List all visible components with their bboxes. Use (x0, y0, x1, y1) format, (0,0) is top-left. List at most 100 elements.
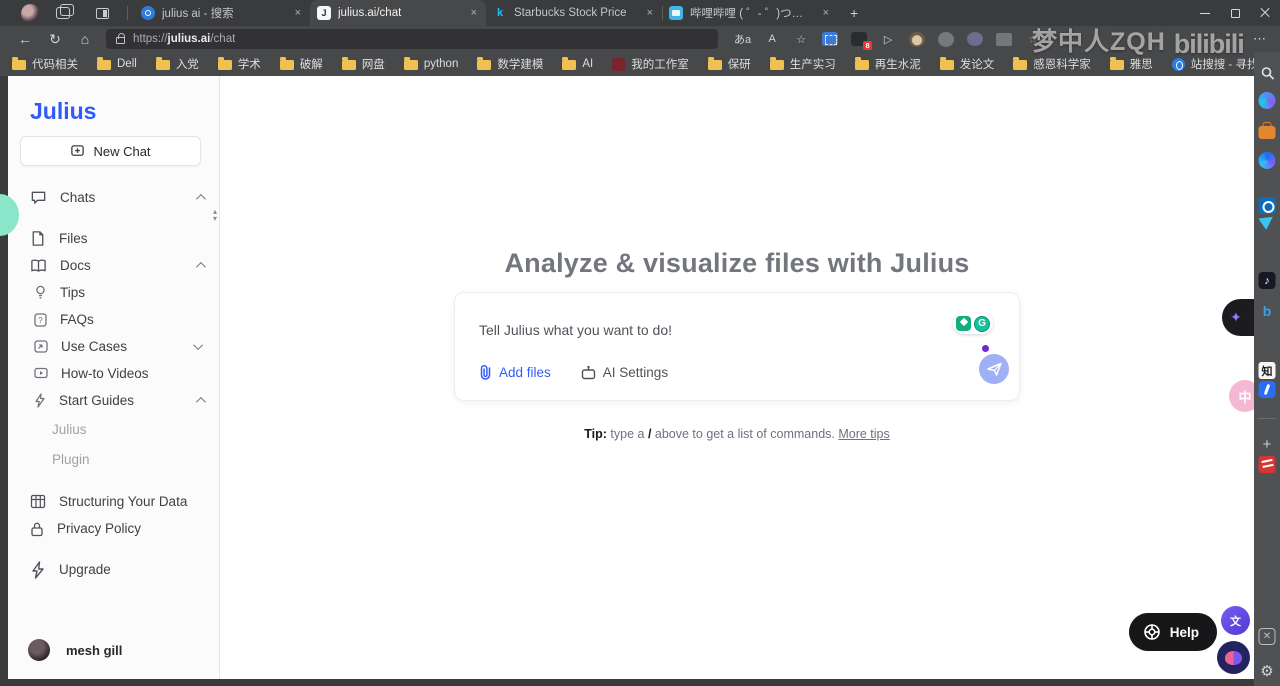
capture-icon[interactable] (822, 32, 838, 46)
translate-icon[interactable]: あa (734, 31, 751, 47)
sidebar-item-docs[interactable]: Docs (8, 252, 219, 279)
favorites-bar-icon[interactable]: ☆ (1025, 32, 1041, 46)
extensions-puzzle-icon[interactable] (996, 33, 1012, 46)
copilot-icon[interactable] (1259, 92, 1276, 109)
extension-icon[interactable] (938, 32, 954, 47)
drop-paper-plane-icon[interactable] (1259, 212, 1276, 229)
sidebar-item-privacy-policy[interactable]: Privacy Policy (8, 515, 219, 542)
sidebar-resize-handle[interactable]: ▴ ▾ (213, 208, 217, 222)
bookmark-label: 数学建模 (497, 56, 543, 72)
chat-bubble-icon (30, 189, 47, 206)
spacer (8, 474, 219, 488)
close-window-button[interactable] (1250, 0, 1280, 26)
new-tab-button[interactable]: + (850, 5, 858, 21)
tab-bilibili[interactable]: 哔哩哔哩 ( ゜- ゜)つロ 干杯~-bili × (662, 0, 838, 26)
browser-profile-avatar[interactable] (21, 4, 40, 23)
close-icon[interactable]: × (293, 7, 303, 19)
blue-app-icon[interactable] (1259, 381, 1276, 398)
sidebar-item-chats[interactable]: Chats (8, 184, 219, 211)
add-files-button[interactable]: Add files (479, 364, 551, 380)
close-icon[interactable]: × (469, 7, 479, 19)
bookmark-item[interactable]: 感恩科学家 (1013, 56, 1091, 72)
close-icon[interactable]: × (821, 7, 831, 19)
profile-name: mesh gill (66, 643, 122, 658)
bookmark-item[interactable]: python (404, 58, 459, 70)
sidebar-item-tips[interactable]: Tips (8, 279, 219, 306)
bookmark-item[interactable]: Dell (97, 58, 137, 70)
tab-julius-search[interactable]: julius ai - 搜索 × (134, 0, 310, 26)
favorite-star-icon[interactable]: ☆ (793, 33, 809, 46)
sidebar-item-start-guides[interactable]: Start Guides (8, 387, 219, 414)
sidebar-item-use-cases[interactable]: Use Cases (8, 333, 219, 360)
back-button[interactable]: ← (10, 31, 40, 47)
settings-menu-icon[interactable]: ⋯ (1253, 31, 1270, 47)
chevron-up-icon (196, 262, 206, 272)
bookmark-item[interactable]: AI (562, 58, 593, 70)
tiktok-icon[interactable]: ♪ (1259, 272, 1276, 289)
bookmark-item[interactable]: 我的工作室 (612, 56, 689, 72)
send-button[interactable] (979, 354, 1009, 384)
bookmark-item[interactable]: 破解 (280, 56, 323, 72)
julius-logo[interactable]: Julius (30, 98, 219, 125)
bookmark-item[interactable]: 再生水泥 (855, 56, 921, 72)
sidebar-item-files[interactable]: Files (8, 225, 219, 252)
read-aloud-icon[interactable]: A (764, 33, 780, 45)
bookmark-label: 感恩科学家 (1033, 56, 1091, 72)
ai-assistant-flyout-button[interactable]: ✦ (1222, 299, 1254, 336)
toolbox-icon[interactable] (1259, 126, 1276, 139)
bookmark-item[interactable]: 网盘 (342, 56, 385, 72)
sidebar-search-icon[interactable] (1259, 64, 1276, 81)
lightbulb-icon (34, 285, 47, 300)
bookmark-item[interactable]: 入党 (156, 56, 199, 72)
zhihu-icon[interactable]: 知 (1259, 362, 1276, 379)
red-app-icon[interactable] (1259, 456, 1276, 473)
bookmark-item[interactable]: 代码相关 (12, 56, 78, 72)
bookmark-label: 再生水泥 (875, 56, 921, 72)
extension-icon[interactable] (967, 32, 983, 46)
extension-icon-badged[interactable]: 8 (851, 32, 867, 46)
minimize-button[interactable] (1190, 0, 1220, 26)
tab-julius-chat[interactable]: J julius.ai/chat × (310, 0, 486, 26)
grammarly-widget[interactable]: G (953, 313, 993, 334)
ai-brain-extension-button[interactable] (1217, 641, 1250, 674)
help-button[interactable]: Help (1129, 613, 1217, 651)
sidebar-subitem-julius[interactable]: Julius (8, 414, 219, 444)
sidebar-subitem-plugin[interactable]: Plugin (8, 444, 219, 474)
profile-row[interactable]: mesh gill (8, 639, 219, 661)
tampermonkey-icon[interactable] (909, 32, 925, 47)
sidebar-item-how-to-videos[interactable]: How-to Videos (8, 360, 219, 387)
bookmark-label: 破解 (300, 56, 323, 72)
add-sidebar-app-icon[interactable]: + (1259, 436, 1276, 453)
folder-icon (342, 60, 356, 70)
sidebar-item-label: Privacy Policy (57, 521, 203, 536)
bookmark-item[interactable]: 学术 (218, 56, 261, 72)
home-button[interactable]: ⌂ (70, 31, 100, 47)
bookmark-item[interactable]: 数学建模 (477, 56, 543, 72)
more-tips-link[interactable]: More tips (838, 427, 889, 441)
maximize-button[interactable] (1220, 0, 1250, 26)
search-favicon (141, 6, 155, 20)
app-close-icon[interactable]: ✕ (1259, 628, 1276, 645)
bookmark-item[interactable]: 发论文 (940, 56, 995, 72)
play-extension-icon[interactable]: ▷ (880, 33, 896, 46)
tab-starbucks[interactable]: k Starbucks Stock Price × (486, 0, 662, 26)
bing-icon[interactable]: b (1259, 302, 1276, 319)
sidebar-item-structuring-data[interactable]: Structuring Your Data (8, 488, 219, 515)
url-input[interactable]: https://julius.ai/chat (106, 29, 718, 49)
refresh-button[interactable]: ↻ (40, 31, 70, 48)
sidebar-item-faqs[interactable]: ? FAQs (8, 306, 219, 333)
bookmark-label: python (424, 58, 459, 70)
ai-settings-button[interactable]: AI Settings (581, 365, 668, 380)
translate-extension-button[interactable]: 文 (1221, 606, 1250, 635)
sidebar-settings-gear-icon[interactable]: ⚙ (1259, 662, 1276, 679)
bookmark-item[interactable]: 雅思 (1110, 56, 1153, 72)
bookmark-item[interactable]: 生产实习 (770, 56, 836, 72)
workspaces-icon[interactable] (56, 7, 70, 19)
sidebar-item-upgrade[interactable]: Upgrade (8, 556, 219, 583)
prompt-composer[interactable]: Tell Julius what you want to do! G Add f… (454, 292, 1020, 401)
microsoft365-icon[interactable] (1259, 152, 1276, 169)
new-chat-button[interactable]: New Chat (20, 136, 201, 166)
close-icon[interactable]: × (645, 7, 655, 19)
tab-actions-icon[interactable] (96, 8, 109, 19)
bookmark-item[interactable]: 保研 (708, 56, 751, 72)
